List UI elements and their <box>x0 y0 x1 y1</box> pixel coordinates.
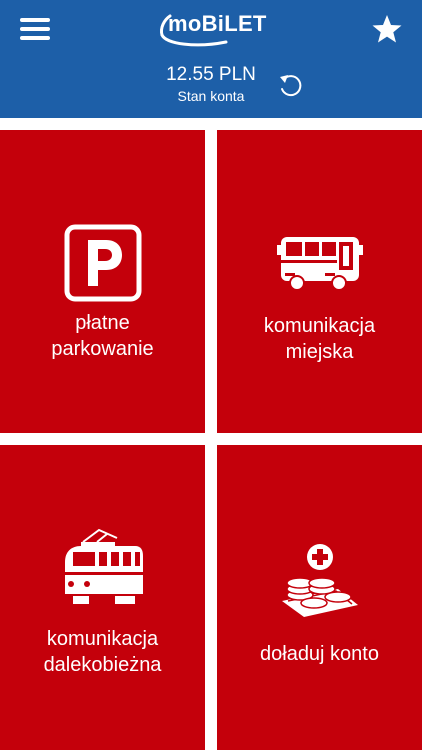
tile-paid-parking[interactable]: płatne parkowanie <box>0 130 205 433</box>
balance-amount: 12.55 PLN <box>166 64 256 85</box>
app-screen: moBiLET 12.55 PLN Stan konta płatne park… <box>0 0 422 750</box>
app-header: moBiLET 12.55 PLN Stan konta <box>0 0 422 118</box>
refresh-icon[interactable] <box>277 72 305 100</box>
logo-text: moBiLET <box>168 11 267 36</box>
account-balance: 12.55 PLN Stan konta <box>0 64 422 105</box>
hamburger-menu-icon[interactable] <box>18 14 52 44</box>
star-icon[interactable] <box>370 12 404 46</box>
tile-city-transport[interactable]: komunikacja miejska <box>217 130 422 433</box>
tile-label: komunikacja miejska <box>263 315 376 363</box>
tile-long-distance-transport[interactable]: komunikacja dalekobieżna <box>0 445 205 750</box>
tile-label: doładuj konto <box>260 643 379 665</box>
top-up-coins-icon <box>281 544 358 617</box>
bus-icon <box>276 237 363 291</box>
app-logo: moBiLET <box>156 8 266 48</box>
parking-icon <box>64 224 141 302</box>
train-icon <box>64 528 143 604</box>
services-grid: płatne parkowanie komunikacja miejska ko… <box>0 118 422 750</box>
balance-label: Stan konta <box>177 88 245 104</box>
tile-label: płatne parkowanie <box>51 312 154 360</box>
tile-label: komunikacja dalekobieżna <box>43 628 162 676</box>
tile-top-up-account[interactable]: doładuj konto <box>217 445 422 750</box>
